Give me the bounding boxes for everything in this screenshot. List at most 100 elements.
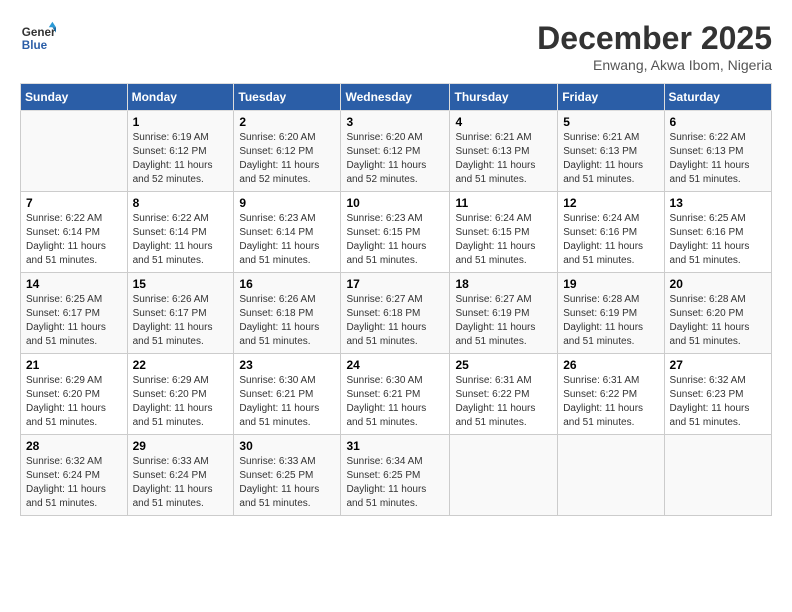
day-number: 11 (455, 196, 552, 210)
calendar-cell: 14 Sunrise: 6:25 AM Sunset: 6:17 PM Dayli… (21, 273, 128, 354)
day-info: Sunrise: 6:20 AM Sunset: 6:12 PM Dayligh… (346, 131, 444, 187)
calendar-cell: 9 Sunrise: 6:23 AM Sunset: 6:14 PM Daylig… (234, 192, 341, 273)
day-number: 10 (346, 196, 444, 210)
day-number: 12 (563, 196, 658, 210)
day-info: Sunrise: 6:19 AM Sunset: 6:12 PM Dayligh… (133, 131, 229, 187)
day-number: 20 (670, 277, 766, 291)
calendar-cell: 13 Sunrise: 6:25 AM Sunset: 6:16 PM Dayli… (664, 192, 771, 273)
day-number: 3 (346, 115, 444, 129)
day-header-monday: Monday (127, 84, 234, 111)
calendar-cell: 17 Sunrise: 6:27 AM Sunset: 6:18 PM Dayli… (341, 273, 450, 354)
calendar-cell: 30 Sunrise: 6:33 AM Sunset: 6:25 PM Dayli… (234, 435, 341, 516)
day-number: 25 (455, 358, 552, 372)
day-number: 21 (26, 358, 122, 372)
day-header-saturday: Saturday (664, 84, 771, 111)
day-info: Sunrise: 6:22 AM Sunset: 6:14 PM Dayligh… (133, 212, 229, 268)
day-number: 15 (133, 277, 229, 291)
day-info: Sunrise: 6:32 AM Sunset: 6:23 PM Dayligh… (670, 374, 766, 430)
calendar-week-2: 7 Sunrise: 6:22 AM Sunset: 6:14 PM Daylig… (21, 192, 772, 273)
day-info: Sunrise: 6:24 AM Sunset: 6:16 PM Dayligh… (563, 212, 658, 268)
day-info: Sunrise: 6:30 AM Sunset: 6:21 PM Dayligh… (239, 374, 335, 430)
day-info: Sunrise: 6:33 AM Sunset: 6:24 PM Dayligh… (133, 455, 229, 511)
day-number: 26 (563, 358, 658, 372)
calendar-cell: 18 Sunrise: 6:27 AM Sunset: 6:19 PM Dayli… (450, 273, 558, 354)
calendar-cell: 24 Sunrise: 6:30 AM Sunset: 6:21 PM Dayli… (341, 354, 450, 435)
calendar-cell (664, 435, 771, 516)
calendar-cell: 25Sunrise: 6:31 AM Sunset: 6:22 PM Dayli… (450, 354, 558, 435)
svg-text:Blue: Blue (22, 39, 48, 52)
calendar-cell: 5 Sunrise: 6:21 AM Sunset: 6:13 PM Daylig… (558, 111, 664, 192)
day-info: Sunrise: 6:23 AM Sunset: 6:15 PM Dayligh… (346, 212, 444, 268)
day-info: Sunrise: 6:25 AM Sunset: 6:16 PM Dayligh… (670, 212, 766, 268)
calendar-cell (21, 111, 128, 192)
calendar-cell: 1 Sunrise: 6:19 AM Sunset: 6:12 PM Daylig… (127, 111, 234, 192)
day-number: 29 (133, 439, 229, 453)
title-block: December 2025 Enwang, Akwa Ibom, Nigeria (537, 20, 772, 73)
calendar-cell: 28 Sunrise: 6:32 AM Sunset: 6:24 PM Dayli… (21, 435, 128, 516)
day-info: Sunrise: 6:23 AM Sunset: 6:14 PM Dayligh… (239, 212, 335, 268)
day-number: 9 (239, 196, 335, 210)
day-info: Sunrise: 6:24 AM Sunset: 6:15 PM Dayligh… (455, 212, 552, 268)
day-header-friday: Friday (558, 84, 664, 111)
calendar-cell: 27Sunrise: 6:32 AM Sunset: 6:23 PM Dayli… (664, 354, 771, 435)
day-number: 18 (455, 277, 552, 291)
day-number: 28 (26, 439, 122, 453)
day-info: Sunrise: 6:27 AM Sunset: 6:18 PM Dayligh… (346, 293, 444, 349)
day-number: 13 (670, 196, 766, 210)
calendar-cell: 16Sunrise: 6:26 AM Sunset: 6:18 PM Dayli… (234, 273, 341, 354)
calendar-cell: 2Sunrise: 6:20 AM Sunset: 6:12 PM Daylig… (234, 111, 341, 192)
day-info: Sunrise: 6:22 AM Sunset: 6:14 PM Dayligh… (26, 212, 122, 268)
day-number: 7 (26, 196, 122, 210)
calendar-week-1: 1 Sunrise: 6:19 AM Sunset: 6:12 PM Daylig… (21, 111, 772, 192)
calendar-cell: 20 Sunrise: 6:28 AM Sunset: 6:20 PM Dayli… (664, 273, 771, 354)
calendar-week-3: 14 Sunrise: 6:25 AM Sunset: 6:17 PM Dayli… (21, 273, 772, 354)
svg-text:General: General (22, 26, 56, 39)
month-title: December 2025 (537, 20, 772, 57)
calendar-cell: 15Sunrise: 6:26 AM Sunset: 6:17 PM Dayli… (127, 273, 234, 354)
logo-icon: General Blue (20, 20, 56, 56)
day-info: Sunrise: 6:34 AM Sunset: 6:25 PM Dayligh… (346, 455, 444, 511)
day-number: 31 (346, 439, 444, 453)
day-number: 30 (239, 439, 335, 453)
day-number: 16 (239, 277, 335, 291)
day-info: Sunrise: 6:29 AM Sunset: 6:20 PM Dayligh… (133, 374, 229, 430)
calendar-cell: 3 Sunrise: 6:20 AM Sunset: 6:12 PM Daylig… (341, 111, 450, 192)
calendar-cell (558, 435, 664, 516)
day-header-thursday: Thursday (450, 84, 558, 111)
day-info: Sunrise: 6:25 AM Sunset: 6:17 PM Dayligh… (26, 293, 122, 349)
calendar-cell: 19Sunrise: 6:28 AM Sunset: 6:19 PM Dayli… (558, 273, 664, 354)
day-number: 17 (346, 277, 444, 291)
day-info: Sunrise: 6:21 AM Sunset: 6:13 PM Dayligh… (563, 131, 658, 187)
day-header-tuesday: Tuesday (234, 84, 341, 111)
page-header: General Blue December 2025 Enwang, Akwa … (20, 20, 772, 73)
day-number: 14 (26, 277, 122, 291)
day-number: 19 (563, 277, 658, 291)
day-info: Sunrise: 6:32 AM Sunset: 6:24 PM Dayligh… (26, 455, 122, 511)
day-info: Sunrise: 6:29 AM Sunset: 6:20 PM Dayligh… (26, 374, 122, 430)
calendar-cell: 11 Sunrise: 6:24 AM Sunset: 6:15 PM Dayli… (450, 192, 558, 273)
calendar-cell: 29 Sunrise: 6:33 AM Sunset: 6:24 PM Dayli… (127, 435, 234, 516)
calendar-cell: 31 Sunrise: 6:34 AM Sunset: 6:25 PM Dayli… (341, 435, 450, 516)
day-number: 22 (133, 358, 229, 372)
day-info: Sunrise: 6:33 AM Sunset: 6:25 PM Dayligh… (239, 455, 335, 511)
logo: General Blue (20, 20, 56, 56)
calendar-cell: 23Sunrise: 6:30 AM Sunset: 6:21 PM Dayli… (234, 354, 341, 435)
calendar-cell: 10 Sunrise: 6:23 AM Sunset: 6:15 PM Dayli… (341, 192, 450, 273)
calendar-week-4: 21 Sunrise: 6:29 AM Sunset: 6:20 PM Dayli… (21, 354, 772, 435)
day-number: 1 (133, 115, 229, 129)
calendar-week-5: 28 Sunrise: 6:32 AM Sunset: 6:24 PM Dayli… (21, 435, 772, 516)
day-info: Sunrise: 6:28 AM Sunset: 6:20 PM Dayligh… (670, 293, 766, 349)
day-info: Sunrise: 6:30 AM Sunset: 6:21 PM Dayligh… (346, 374, 444, 430)
day-number: 4 (455, 115, 552, 129)
day-number: 8 (133, 196, 229, 210)
calendar-cell: 21 Sunrise: 6:29 AM Sunset: 6:20 PM Dayli… (21, 354, 128, 435)
day-number: 5 (563, 115, 658, 129)
calendar-cell: 8 Sunrise: 6:22 AM Sunset: 6:14 PM Daylig… (127, 192, 234, 273)
calendar-cell: 6 Sunrise: 6:22 AM Sunset: 6:13 PM Daylig… (664, 111, 771, 192)
calendar-cell (450, 435, 558, 516)
day-number: 6 (670, 115, 766, 129)
day-info: Sunrise: 6:27 AM Sunset: 6:19 PM Dayligh… (455, 293, 552, 349)
day-info: Sunrise: 6:22 AM Sunset: 6:13 PM Dayligh… (670, 131, 766, 187)
day-info: Sunrise: 6:21 AM Sunset: 6:13 PM Dayligh… (455, 131, 552, 187)
day-number: 24 (346, 358, 444, 372)
